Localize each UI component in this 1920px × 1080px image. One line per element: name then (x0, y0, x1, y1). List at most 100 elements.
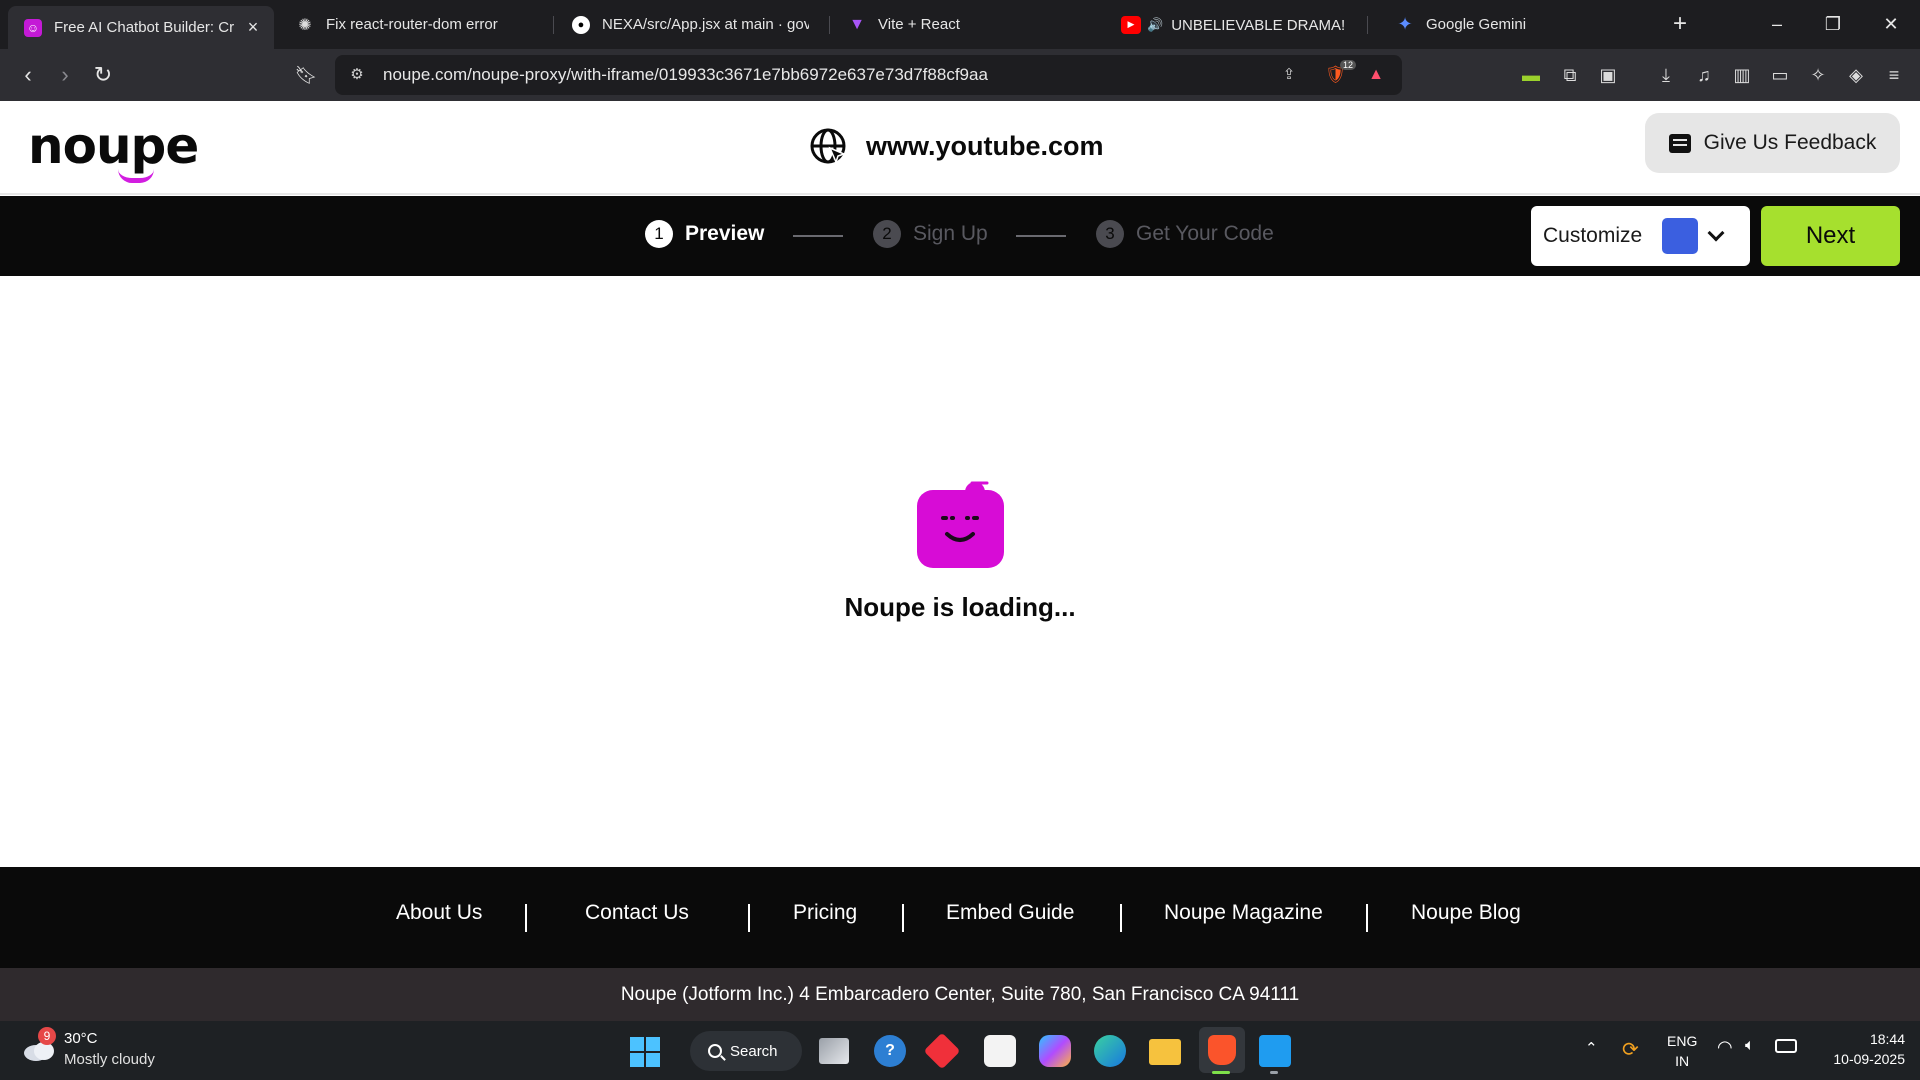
tab-label: Google Gemini (1426, 16, 1527, 33)
noupe-logo[interactable]: noupe (28, 117, 199, 175)
weather-description[interactable]: Mostly cloudy (64, 1051, 155, 1068)
copilot-icon[interactable] (1039, 1035, 1071, 1067)
give-feedback-button[interactable]: Give Us Feedback (1645, 113, 1900, 173)
step-label: Sign Up (913, 222, 988, 245)
close-window-button[interactable]: ✕ (1871, 8, 1911, 40)
battery-icon[interactable] (1775, 1039, 1797, 1053)
download-icon[interactable]: ⤓ (1653, 63, 1679, 87)
tab-label: UNBELIEVABLE DRAMA! 🙊 (1171, 16, 1348, 34)
reload-button[interactable]: ↻ (88, 61, 118, 89)
clock-date: 10-09-2025 (1833, 1051, 1905, 1067)
back-button[interactable]: ‹ (13, 61, 43, 89)
footer-link-blog[interactable]: Noupe Blog (1411, 901, 1521, 925)
vscode-icon[interactable] (1259, 1035, 1291, 1067)
sidebar-icon[interactable]: ▥ (1729, 63, 1755, 87)
edge-icon[interactable] (1094, 1035, 1126, 1067)
browser-toolbar: ‹ › ↻ 🔖︎ ⚙ noupe.com/noupe-proxy/with-if… (0, 49, 1920, 101)
footer-link-about[interactable]: About Us (396, 901, 482, 925)
next-button[interactable]: Next (1761, 206, 1900, 266)
steps-bar: 1 Preview 2 Sign Up 3 Get Your Code Cust… (0, 196, 1920, 276)
tab-youtube[interactable]: ▶ 🔊 UNBELIEVABLE DRAMA! 🙊 (1105, 6, 1360, 43)
footer-link-embed-guide[interactable]: Embed Guide (946, 901, 1074, 925)
brave-rewards-icon[interactable]: ▲ (1366, 65, 1386, 85)
minimize-button[interactable]: – (1757, 8, 1797, 40)
volume-icon[interactable]: 🔈︎ (1745, 1037, 1755, 1055)
language-indicator[interactable]: ENG IN (1667, 1031, 1697, 1071)
audio-playing-icon[interactable]: 🔊 (1147, 17, 1163, 33)
sync-icon[interactable]: ⟳ (1622, 1037, 1639, 1062)
tab-gemini[interactable]: ✦ Google Gemini (1380, 6, 1645, 43)
diamond-app-icon[interactable] (923, 1032, 961, 1070)
footer-separator (1120, 904, 1122, 932)
browser-tab-strip: ☺ Free AI Chatbot Builder: Cre × ✺ Fix r… (0, 0, 1920, 49)
help-icon[interactable]: ? (874, 1035, 906, 1067)
footer-separator (748, 904, 750, 932)
clock-time: 18:44 (1869, 1031, 1905, 1047)
footer-address: Noupe (Jotform Inc.) 4 Embarcadero Cente… (0, 968, 1920, 1021)
weather-temperature[interactable]: 30°C (64, 1030, 98, 1047)
domain-display: www.youtube.com (808, 126, 1104, 166)
chat-bubble-icon (1668, 133, 1691, 153)
menu-icon[interactable]: ≡ (1881, 63, 1907, 87)
globe-icon (810, 128, 847, 165)
site-header: noupe www.youtube.com Give Us Feedback (0, 101, 1920, 195)
feedback-label: Give Us Feedback (1703, 131, 1877, 154)
github-favicon-icon: ● (572, 15, 590, 34)
color-swatch (1662, 218, 1699, 254)
weather-badge: 9 (38, 1027, 56, 1045)
region-code: IN (1675, 1053, 1690, 1069)
vpn-icon[interactable]: ◈ (1843, 63, 1869, 87)
logo-smile (118, 169, 154, 183)
microsoft-store-icon[interactable] (984, 1035, 1016, 1067)
vscode-running-indicator (1270, 1071, 1278, 1074)
task-view-icon[interactable] (819, 1038, 849, 1064)
new-tab-button[interactable]: + (1665, 10, 1695, 40)
reader-mode-icon[interactable]: ▣ (1595, 63, 1621, 87)
tab-github[interactable]: ● NEXA/src/App.jsx at main · govir (556, 6, 821, 43)
language-code: ENG (1667, 1033, 1698, 1049)
footer-separator (1366, 904, 1368, 932)
file-explorer-icon[interactable] (1149, 1039, 1181, 1065)
bookmark-icon[interactable]: 🔖︎ (291, 61, 321, 89)
share-icon[interactable]: ⇪ (1279, 65, 1299, 85)
customize-dropdown[interactable]: Customize (1531, 206, 1750, 266)
vite-favicon-icon: ▼ (849, 15, 865, 33)
footer-link-contact[interactable]: Contact Us (585, 901, 689, 925)
wifi-icon[interactable]: ◠ (1717, 1037, 1733, 1058)
extension-icon[interactable]: ▬ (1518, 63, 1544, 87)
loading-message: Noupe is loading... (844, 592, 1076, 622)
footer-link-magazine[interactable]: Noupe Magazine (1164, 901, 1323, 925)
search-label: Search (730, 1042, 778, 1060)
youtube-favicon-icon: ▶ (1121, 15, 1141, 34)
step-preview[interactable]: 1 Preview (645, 220, 764, 248)
leo-ai-icon[interactable]: ✧ (1805, 63, 1831, 87)
step-sign-up[interactable]: 2 Sign Up (873, 220, 988, 248)
tab-label: NEXA/src/App.jsx at main · govir (602, 16, 809, 33)
forward-button[interactable]: › (50, 61, 80, 89)
address-bar[interactable]: ⚙ noupe.com/noupe-proxy/with-iframe/0199… (335, 55, 1402, 95)
tab-label: Vite + React (878, 16, 960, 33)
tab-noupe[interactable]: ☺ Free AI Chatbot Builder: Cre × (8, 6, 274, 49)
gemini-favicon-icon: ✦ (1397, 14, 1413, 34)
footer-separator (902, 904, 904, 932)
extensions-puzzle-icon[interactable]: ⧉ (1557, 63, 1583, 87)
media-icon[interactable]: ♫ (1691, 63, 1717, 87)
step-number: 1 (645, 220, 673, 248)
tab-vite[interactable]: ▼ Vite + React (832, 6, 1097, 43)
show-hidden-icons-icon[interactable]: ⌃ (1585, 1039, 1598, 1057)
taskbar-search[interactable]: Search (690, 1031, 802, 1071)
step-get-code[interactable]: 3 Get Your Code (1096, 220, 1274, 248)
windows-start-icon[interactable] (630, 1037, 660, 1067)
site-settings-icon[interactable]: ⚙ (347, 65, 367, 85)
close-tab-icon[interactable]: × (244, 17, 262, 38)
tab-chatgpt[interactable]: ✺ Fix react-router-dom error (280, 6, 545, 43)
restore-button[interactable]: ❐ (1813, 8, 1853, 40)
chevron-down-icon (1707, 224, 1725, 242)
url-text[interactable]: noupe.com/noupe-proxy/with-iframe/019933… (383, 65, 988, 85)
step-number: 2 (873, 220, 901, 248)
brave-taskbar-icon[interactable] (1199, 1027, 1245, 1073)
windows-taskbar: 9 30°C Mostly cloudy Search ? ⌃ ⟳ ENG IN… (0, 1021, 1920, 1080)
wallet-icon[interactable]: ▭ (1767, 63, 1793, 87)
footer-link-pricing[interactable]: Pricing (793, 901, 857, 925)
system-clock[interactable]: 18:44 10-09-2025 (1810, 1029, 1905, 1069)
